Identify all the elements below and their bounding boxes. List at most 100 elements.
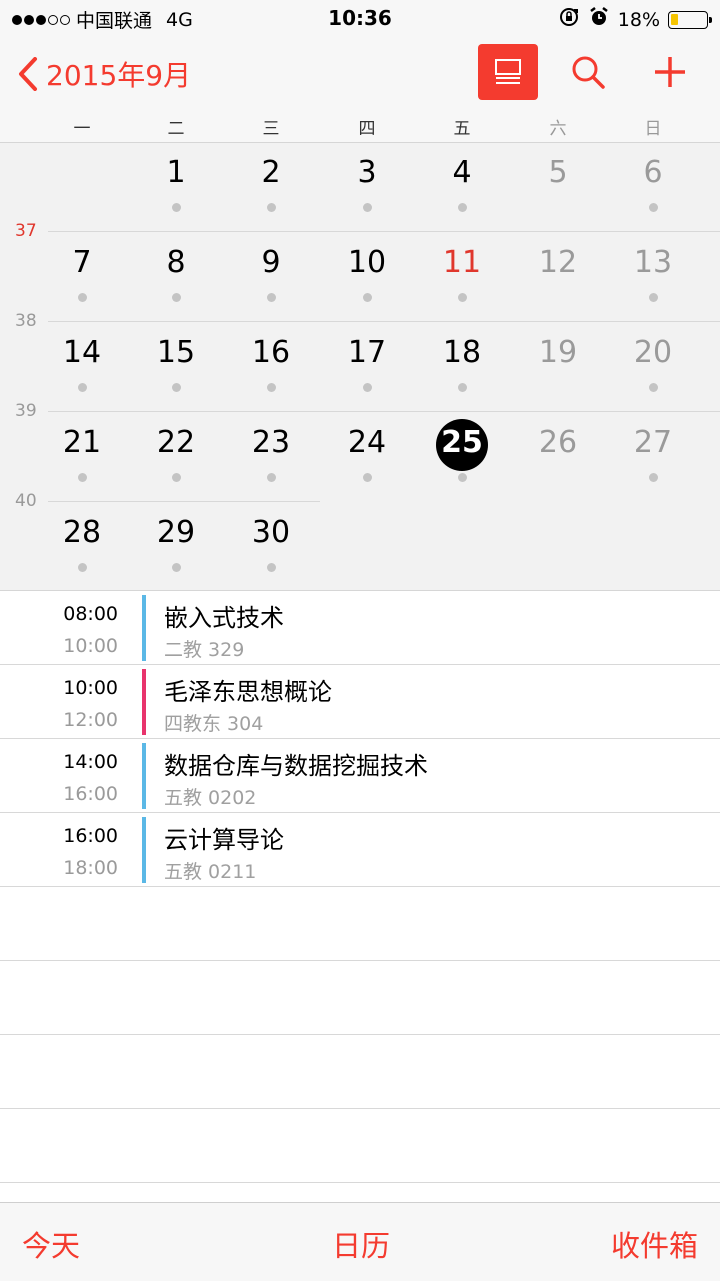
event-indicator-dot xyxy=(363,203,372,212)
calendar-day[interactable]: 2 xyxy=(239,155,303,190)
weekday-mon: 一 xyxy=(73,119,91,139)
event-end-time: 12:00 xyxy=(63,709,118,731)
event-title: 嵌入式技术 xyxy=(164,604,284,632)
event-indicator-dot xyxy=(267,203,276,212)
event-row[interactable]: 10:00 12:00 毛泽东思想概论四教东 304 xyxy=(0,665,720,739)
calendar-day[interactable]: 1 xyxy=(144,155,208,190)
event-indicator-dot xyxy=(267,473,276,482)
event-location: 五教 0202 xyxy=(164,787,257,809)
status-right: 18% xyxy=(558,6,712,33)
event-indicator-dot xyxy=(267,563,276,572)
back-to-month-button[interactable]: 2015年9月 xyxy=(18,54,191,94)
event-indicator-dot xyxy=(172,203,181,212)
event-location: 四教东 304 xyxy=(164,713,264,735)
calendar-day[interactable]: 30 xyxy=(239,515,303,550)
calendar-day[interactable]: 28 xyxy=(50,515,114,550)
event-indicator-dot xyxy=(649,383,658,392)
status-bar: 中国联通 4G 10:36 18% xyxy=(0,0,720,36)
event-title: 云计算导论 xyxy=(164,826,284,854)
search-button[interactable] xyxy=(558,44,618,100)
week-number: 38 xyxy=(15,311,37,331)
event-indicator-dot xyxy=(458,473,467,482)
calendar-day[interactable]: 11 xyxy=(430,245,494,280)
event-indicator-dot xyxy=(363,383,372,392)
weekday-sat: 六 xyxy=(549,119,567,139)
calendar-day[interactable]: 26 xyxy=(526,425,590,460)
list-view-toggle-button[interactable] xyxy=(478,44,538,100)
calendar-day[interactable]: 25 xyxy=(430,425,494,460)
calendar-day[interactable]: 8 xyxy=(144,245,208,280)
weekday-sun: 日 xyxy=(644,119,662,139)
calendar-day[interactable]: 4 xyxy=(430,155,494,190)
weekday-fri: 五 xyxy=(453,119,471,139)
calendar-day[interactable]: 6 xyxy=(621,155,685,190)
calendar-day[interactable]: 13 xyxy=(621,245,685,280)
battery-icon xyxy=(668,10,712,29)
calendar-day[interactable]: 7 xyxy=(50,245,114,280)
weekday-header: 一 二 三 四 五 六 日 xyxy=(0,112,720,143)
calendar-day[interactable]: 15 xyxy=(144,335,208,370)
event-indicator-dot xyxy=(267,383,276,392)
tab-calendars[interactable]: 日历 xyxy=(332,1223,390,1265)
week-number: 40 xyxy=(15,491,37,511)
event-indicator-dot xyxy=(458,293,467,302)
plus-icon xyxy=(655,57,685,87)
tab-today[interactable]: 今天 xyxy=(22,1223,80,1265)
calendar-color-bar xyxy=(142,595,146,661)
weekday-tue: 二 xyxy=(167,119,185,139)
calendar-day[interactable]: 3 xyxy=(335,155,399,190)
add-event-button[interactable] xyxy=(640,44,700,100)
event-indicator-dot xyxy=(649,293,658,302)
rotation-lock-icon xyxy=(558,6,580,33)
event-indicator-dot xyxy=(172,293,181,302)
calendar-day[interactable]: 10 xyxy=(335,245,399,280)
weekday-wed: 三 xyxy=(262,119,280,139)
week-separator xyxy=(48,411,720,412)
event-indicator-dot xyxy=(649,203,658,212)
weekday-thu: 四 xyxy=(358,119,376,139)
calendar-day[interactable]: 5 xyxy=(526,155,590,190)
battery-percent: 18% xyxy=(617,8,660,31)
event-indicator-dot xyxy=(172,563,181,572)
event-end-time: 18:00 xyxy=(63,857,118,879)
empty-time-slot xyxy=(0,1109,720,1183)
event-title: 数据仓库与数据挖掘技术 xyxy=(164,752,428,780)
event-indicator-dot xyxy=(78,293,87,302)
week-number: 37 xyxy=(15,221,37,241)
week-number: 39 xyxy=(15,401,37,421)
event-row[interactable]: 08:00 10:00 嵌入式技术 二教 329 xyxy=(0,591,720,665)
event-indicator-dot xyxy=(78,563,87,572)
calendar-day[interactable]: 29 xyxy=(144,515,208,550)
event-indicator-dot xyxy=(458,383,467,392)
calendar-day[interactable]: 14 xyxy=(50,335,114,370)
calendar-day[interactable]: 22 xyxy=(144,425,208,460)
event-title: 毛泽东思想概论 xyxy=(164,678,332,706)
back-label: 2015年9月 xyxy=(46,59,192,92)
chevron-left-icon xyxy=(19,57,37,91)
calendar-day[interactable]: 19 xyxy=(526,335,590,370)
event-start-time: 08:00 xyxy=(63,603,118,625)
event-start-time: 10:00 xyxy=(63,677,118,699)
navigation-bar: 2015年9月 xyxy=(0,36,720,112)
event-row[interactable]: 14:00 16:00 数据仓库与数据挖掘技术 五教 0202 xyxy=(0,739,720,813)
calendar-color-bar xyxy=(142,669,146,735)
event-indicator-dot xyxy=(458,203,467,212)
calendar-day[interactable]: 16 xyxy=(239,335,303,370)
calendar-day[interactable]: 27 xyxy=(621,425,685,460)
calendar-day[interactable]: 9 xyxy=(239,245,303,280)
calendar-day[interactable]: 23 xyxy=(239,425,303,460)
event-location: 五教 0211 xyxy=(164,861,257,883)
week-separator xyxy=(48,501,320,502)
tab-inbox[interactable]: 收件箱 xyxy=(611,1223,698,1265)
calendar-day[interactable]: 20 xyxy=(621,335,685,370)
calendar-day[interactable]: 12 xyxy=(526,245,590,280)
event-end-time: 10:00 xyxy=(63,635,118,657)
calendar-day[interactable]: 21 xyxy=(50,425,114,460)
event-row[interactable]: 16:00 18:00 云计算导论 五教 0211 xyxy=(0,813,720,887)
week-separator xyxy=(48,321,720,322)
calendar-day[interactable]: 24 xyxy=(335,425,399,460)
event-indicator-dot xyxy=(78,473,87,482)
calendar-day[interactable]: 18 xyxy=(430,335,494,370)
empty-time-slot xyxy=(0,887,720,961)
calendar-day[interactable]: 17 xyxy=(335,335,399,370)
